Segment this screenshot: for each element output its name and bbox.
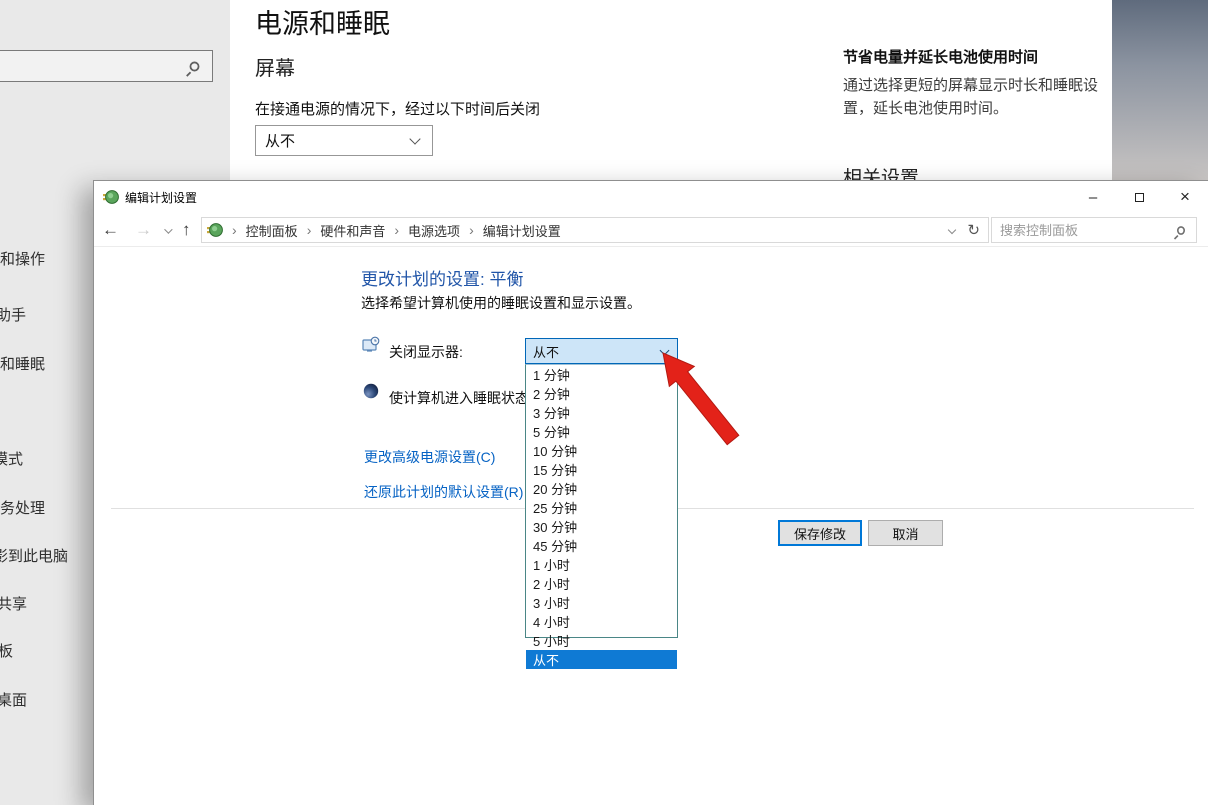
right-panel-heading: 节省电量并延长电池使用时间 — [843, 46, 1113, 67]
settings-section-screen: 屏幕 — [255, 52, 295, 81]
dropdown-option[interactable]: 45 分钟 — [526, 536, 677, 555]
sidebar-item-power-sleep[interactable]: 电源和睡眠 — [0, 353, 45, 374]
address-bar[interactable]: › 控制面板 › 硬件和声音 › 电源选项 › 编辑计划设置 ↻ — [201, 217, 989, 243]
dropdown-option[interactable]: 1 小时 — [526, 555, 677, 574]
dropdown-option[interactable]: 从不 — [526, 650, 677, 669]
sidebar-item-notifications[interactable]: 通知和操作 — [0, 248, 45, 269]
save-changes-button[interactable]: 保存修改 — [778, 520, 862, 546]
cancel-button[interactable]: 取消 — [868, 520, 943, 546]
right-panel-body: 通过选择更短的屏幕显示时长和睡眠设置，延长电池使用时间。 — [843, 74, 1109, 121]
control-panel-search-box[interactable] — [991, 217, 1197, 243]
window-title: 编辑计划设置 — [125, 189, 197, 206]
sidebar-item-projecting[interactable]: 投影到此电脑 — [0, 545, 68, 566]
forward-button[interactable]: → — [127, 220, 160, 240]
power-options-icon — [103, 189, 119, 205]
dropdown-option[interactable]: 20 分钟 — [526, 479, 677, 498]
sidebar-item-remote-desktop[interactable]: 远程桌面 — [0, 689, 27, 710]
maximize-icon — [1135, 193, 1144, 202]
search-icon[interactable] — [190, 61, 200, 71]
breadcrumb-separator: › — [232, 222, 237, 238]
dropdown-option[interactable]: 30 分钟 — [526, 517, 677, 536]
breadcrumb-separator: › — [307, 222, 312, 238]
back-button[interactable]: ← — [94, 220, 127, 240]
edit-plan-settings-window: 编辑计划设置 – × ← → ↑ › 控制面板 › — [93, 180, 1208, 805]
control-panel-search-input[interactable] — [992, 223, 1176, 238]
annotation-arrow — [655, 335, 755, 450]
settings-screen-caption: 在接通电源的情况下，经过以下时间后关闭 — [255, 98, 540, 119]
settings-screen-timeout-dropdown[interactable]: 从不 — [255, 125, 433, 156]
dropdown-option[interactable]: 4 小时 — [526, 612, 677, 631]
settings-search-input[interactable] — [0, 51, 189, 81]
minimize-button[interactable]: – — [1070, 181, 1116, 213]
display-clock-icon — [362, 336, 380, 354]
settings-dropdown-value: 从不 — [265, 130, 295, 151]
breadcrumb-edit-plan[interactable]: 编辑计划设置 — [483, 221, 561, 240]
dropdown-option[interactable]: 15 分钟 — [526, 460, 677, 479]
combobox-value: 从不 — [533, 342, 559, 361]
sidebar-item-multitasking[interactable]: 多任务处理 — [0, 497, 45, 518]
breadcrumb-separator: › — [469, 222, 474, 238]
sidebar-item-shared-experiences[interactable]: 体验共享 — [0, 593, 27, 614]
refresh-icon[interactable]: ↻ — [967, 221, 980, 239]
breadcrumb-control-panel[interactable]: 控制面板 — [246, 221, 298, 240]
sidebar-item-tablet-mode[interactable]: 平板电脑模式 — [0, 448, 23, 469]
sidebar-item-clipboard[interactable]: 剪贴板 — [0, 640, 13, 661]
maximize-button[interactable] — [1116, 181, 1162, 213]
dropdown-option[interactable]: 25 分钟 — [526, 498, 677, 517]
power-options-icon — [207, 222, 223, 238]
dropdown-option[interactable]: 5 小时 — [526, 631, 677, 650]
chevron-down-icon — [409, 133, 420, 144]
dropdown-option[interactable]: 3 小时 — [526, 593, 677, 612]
screen: 通知和操作 专注助手 电源和睡眠 平板电脑模式 多任务处理 投影到此电脑 体验共… — [0, 0, 1208, 805]
history-dropdown-icon[interactable] — [164, 221, 170, 239]
search-icon[interactable] — [1177, 226, 1185, 235]
settings-search-box[interactable] — [0, 50, 213, 82]
address-dropdown-icon[interactable] — [948, 226, 956, 234]
page-description: 选择希望计算机使用的睡眠设置和显示设置。 — [361, 293, 641, 313]
sidebar-item-focus-assist[interactable]: 专注助手 — [0, 304, 26, 325]
breadcrumb-power-options[interactable]: 电源选项 — [408, 221, 460, 240]
navigation-bar: ← → ↑ › 控制面板 › 硬件和声音 › 电源选项 › 编辑计划设置 — [94, 213, 1208, 247]
breadcrumb-separator: › — [394, 222, 399, 238]
advanced-power-settings-link[interactable]: 更改高级电源设置(C) — [364, 447, 495, 467]
dropdown-option[interactable]: 2 小时 — [526, 574, 677, 593]
sleep-label: 使计算机进入睡眠状态: — [389, 388, 533, 408]
settings-page-title: 电源和睡眠 — [255, 2, 390, 41]
restore-defaults-link[interactable]: 还原此计划的默认设置(R) — [364, 482, 523, 502]
close-button[interactable]: × — [1162, 181, 1208, 213]
breadcrumb-hardware-sound[interactable]: 硬件和声音 — [320, 221, 385, 240]
turn-off-display-label: 关闭显示器: — [389, 342, 463, 362]
sleep-moon-icon — [362, 382, 380, 400]
up-button[interactable]: ↑ — [174, 220, 199, 240]
title-bar[interactable]: 编辑计划设置 – × — [94, 181, 1208, 213]
page-heading: 更改计划的设置: 平衡 — [361, 265, 523, 290]
